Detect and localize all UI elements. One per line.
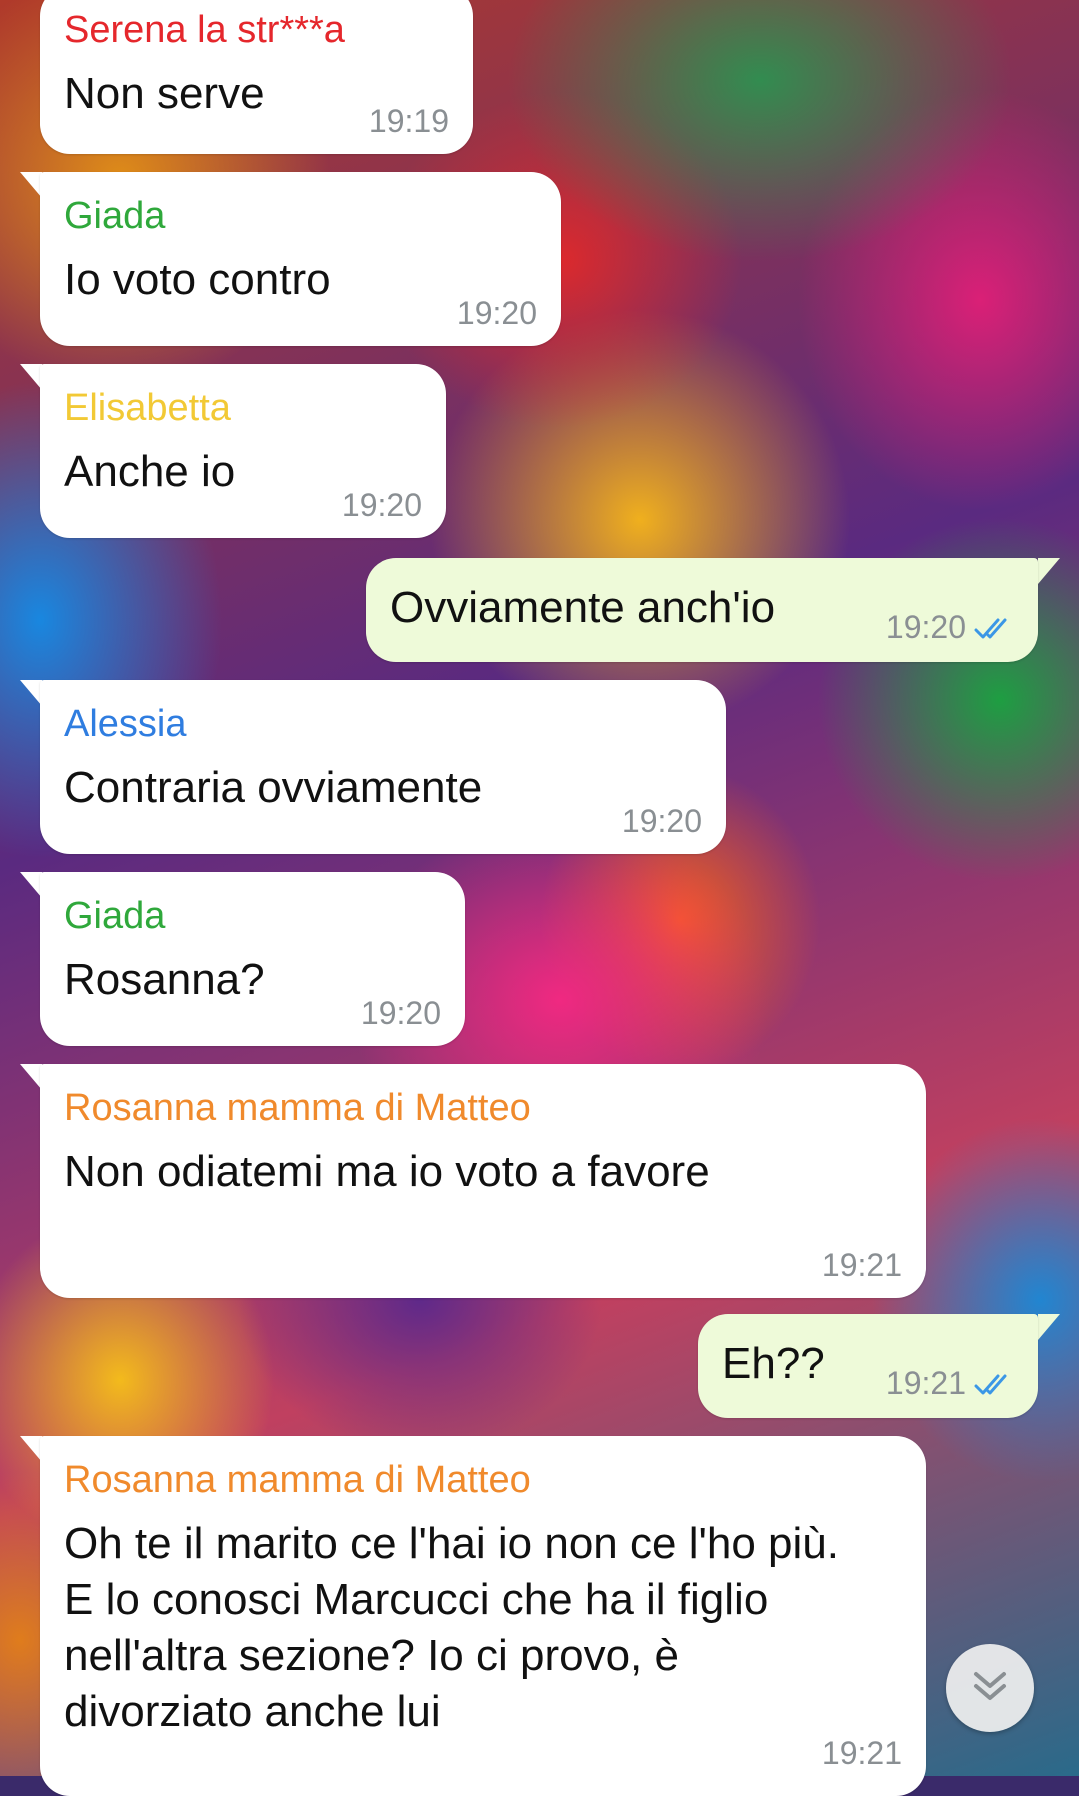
message-bubble[interactable]: Alessia Contraria ovviamente 19:20 [40, 680, 726, 854]
message-time: 19:21 [821, 1735, 902, 1771]
bubble-tail [20, 872, 42, 898]
scroll-to-bottom-button[interactable] [946, 1644, 1034, 1732]
message-time: 19:21 [885, 1365, 966, 1401]
message-bubble[interactable]: Giada Rosanna? 19:20 [40, 872, 465, 1046]
message-bubble[interactable]: Elisabetta Anche io 19:20 [40, 364, 446, 538]
message-bubble[interactable]: Rosanna mamma di Matteo Oh te il marito … [40, 1436, 926, 1796]
double-check-read-icon [974, 1369, 1014, 1406]
double-chevron-down-icon [968, 1666, 1012, 1711]
message-sender[interactable]: Giada [64, 894, 441, 938]
double-check-read-icon [974, 613, 1014, 650]
message-time: 19:21 [821, 1247, 902, 1283]
message-time: 19:20 [621, 803, 702, 839]
bubble-tail [20, 364, 42, 390]
message-text: Oh te il marito ce l'hai io non ce l'ho … [64, 1519, 839, 1736]
message-sender[interactable]: Elisabetta [64, 386, 422, 430]
message-sender[interactable]: Alessia [64, 702, 702, 746]
message-time: 19:20 [341, 487, 422, 523]
message-time: 19:19 [368, 103, 449, 139]
message-time: 19:20 [885, 609, 966, 645]
message-bubble[interactable]: Eh?? 19:21 [698, 1314, 1038, 1418]
message-text: Contraria ovviamente [64, 763, 483, 812]
bubble-tail [20, 172, 42, 198]
bubble-tail [1038, 1314, 1060, 1340]
message-text: Non odiatemi ma io voto a favore [64, 1147, 710, 1196]
bubble-tail [20, 680, 42, 706]
message-sender[interactable]: Serena la str***a [64, 8, 449, 52]
message-sender[interactable]: Giada [64, 194, 537, 238]
message-time: 19:20 [456, 295, 537, 331]
message-bubble[interactable]: Serena la str***a Non serve 19:19 [40, 0, 473, 154]
message-time-status: 19:21 [886, 1365, 1014, 1406]
message-bubble[interactable]: Rosanna mamma di Matteo Non odiatemi ma … [40, 1064, 926, 1298]
message-bubble[interactable]: Giada Io voto contro 19:20 [40, 172, 561, 346]
message-sender[interactable]: Rosanna mamma di Matteo [64, 1458, 902, 1502]
message-bubble[interactable]: Ovviamente anch'io 19:20 [366, 558, 1038, 662]
message-time-status: 19:20 [886, 609, 1014, 650]
bubble-tail [1038, 558, 1060, 584]
bubble-tail [20, 1436, 42, 1462]
message-sender[interactable]: Rosanna mamma di Matteo [64, 1086, 902, 1130]
bubble-tail [20, 1064, 42, 1090]
message-time: 19:20 [360, 995, 441, 1031]
